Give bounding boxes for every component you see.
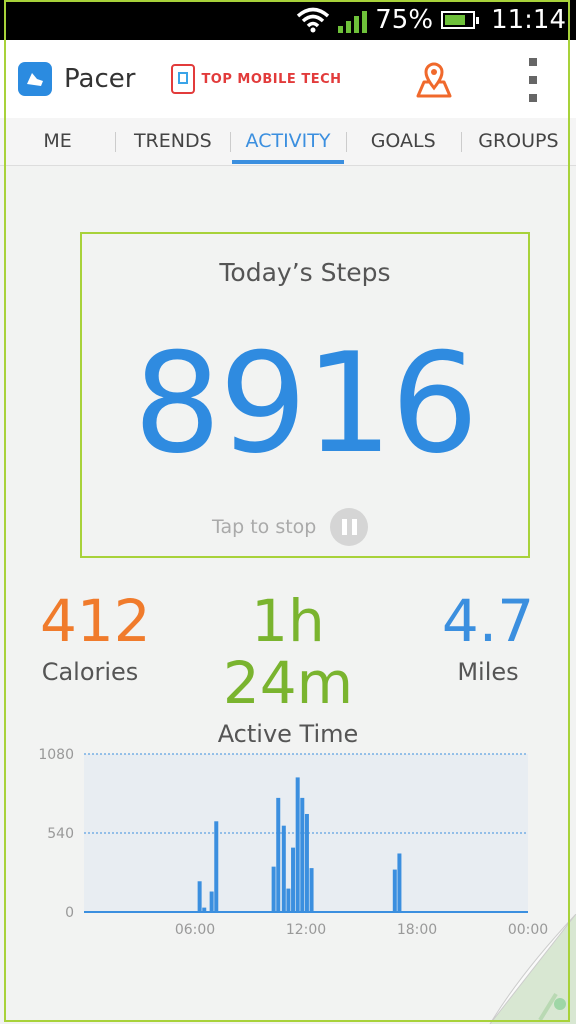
active-time-value: 1h 24m [222, 587, 354, 717]
chart-bar [300, 797, 305, 912]
tab-activity[interactable]: ACTIVITY [230, 118, 345, 165]
x-tick-label: 06:00 [175, 922, 215, 938]
tab-trends[interactable]: TRENDS [115, 118, 230, 165]
calories-label: Calories [41, 658, 139, 686]
chart-bar [209, 891, 214, 912]
chart-bar [214, 821, 219, 912]
y-tick-label: 540 [47, 826, 74, 842]
clock: 11:14 [491, 5, 566, 35]
tab-groups[interactable]: GROUPS [460, 118, 576, 165]
pause-icon[interactable] [330, 508, 369, 546]
app-bar: Pacer TOP MOBILE TECH [0, 40, 576, 118]
signal-icon [338, 7, 368, 33]
miles-stat: 4.7 Miles [440, 590, 536, 686]
pacer-logo-icon[interactable] [18, 62, 52, 96]
brand-logo-icon [171, 64, 196, 94]
brand-text: TOP MOBILE TECH [201, 71, 342, 87]
miles-label: Miles [457, 658, 519, 686]
chart-bar [197, 881, 202, 912]
calories-stat: 412 Calories [40, 587, 151, 686]
steps-card[interactable]: Today’s Steps 8916 Tap to stop [80, 232, 530, 558]
page-curl-decoration [489, 914, 576, 1024]
steps-title: Today’s Steps [219, 258, 391, 287]
x-tick-label: 18:00 [397, 922, 437, 938]
tab-bar: ME TRENDS ACTIVITY GOALS GROUPS [0, 118, 576, 166]
chart-bar [397, 853, 402, 912]
steps-histogram-chart: 0540108006:00 12:00 18:00 00:00 [38, 747, 548, 938]
y-tick-label: 1080 [38, 747, 74, 763]
app-title: Pacer [64, 64, 136, 94]
chart-bar [271, 866, 276, 912]
chart-bar [309, 868, 314, 912]
map-pin-icon[interactable] [412, 58, 456, 102]
brand-watermark: TOP MOBILE TECH [171, 64, 341, 94]
battery-percent: 75% [375, 5, 434, 35]
tap-to-stop[interactable]: Tap to stop [212, 508, 369, 546]
y-tick-label: 0 [65, 905, 74, 921]
more-vert-icon[interactable] [520, 56, 546, 104]
x-tick-label: 12:00 [286, 922, 326, 938]
tab-goals[interactable]: GOALS [345, 118, 461, 165]
calories-value: 412 [40, 587, 151, 655]
tap-to-stop-label: Tap to stop [212, 516, 317, 538]
active-time-stat: 1h 24m Active Time [186, 590, 390, 748]
status-bar: 75% 11:14 [0, 0, 576, 40]
miles-value: 4.7 [441, 587, 535, 655]
chart-bar [304, 813, 309, 912]
chart-bar [286, 888, 291, 912]
wifi-icon [297, 7, 330, 33]
chart-bar [392, 869, 397, 912]
steps-count: 8916 [133, 323, 478, 484]
chart-bar [295, 777, 300, 912]
chart-bar [281, 825, 286, 912]
chart-bar [291, 847, 296, 912]
battery-icon [441, 11, 480, 29]
chart-bar [276, 797, 281, 912]
tab-me[interactable]: ME [0, 118, 115, 165]
